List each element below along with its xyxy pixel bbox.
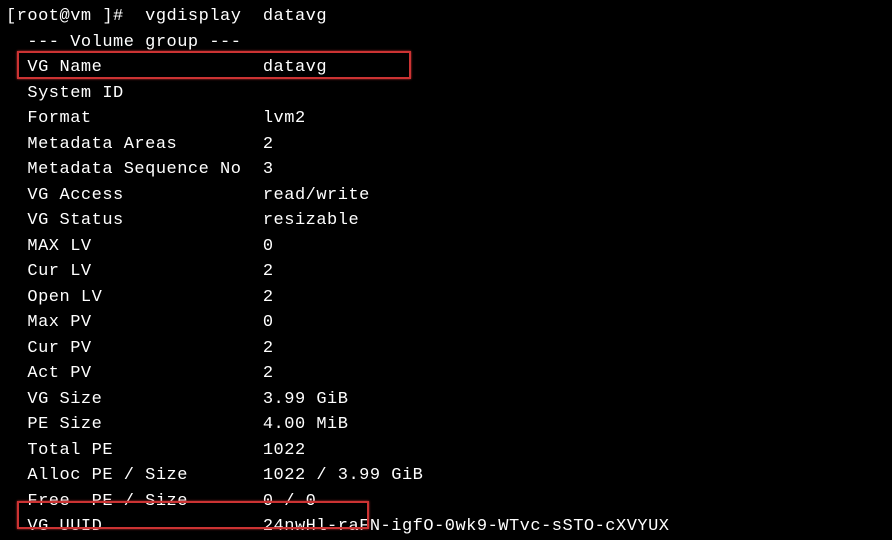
- output-row-vg-size: VG Size 3.99 GiB: [6, 387, 886, 413]
- row-label: Metadata Areas: [6, 132, 252, 158]
- row-value: 0: [263, 234, 274, 260]
- section-header: --- Volume group ---: [6, 30, 886, 56]
- row-value: lvm2: [263, 106, 306, 132]
- output-row-cur-lv: Cur LV 2: [6, 259, 886, 285]
- row-label: VG Size: [6, 387, 252, 413]
- row-label: Act PV: [6, 361, 252, 387]
- row-label: Max PV: [6, 310, 252, 336]
- terminal-output: [root@vm ]# vgdisplay datavg --- Volume …: [6, 4, 886, 540]
- row-label: Free PE / Size: [6, 489, 252, 515]
- row-label: Metadata Sequence No: [6, 157, 252, 183]
- row-label: PE Size: [6, 412, 252, 438]
- prompt-user-host: [root@vm ]#: [6, 7, 124, 26]
- output-row-vg-uuid: VG UUID 24nwHl-raFN-igfO-0wk9-WTvc-sSTO-…: [6, 514, 886, 540]
- row-value: 24nwHl-raFN-igfO-0wk9-WTvc-sSTO-cXVYUX: [263, 514, 670, 540]
- output-row-act-pv: Act PV 2: [6, 361, 886, 387]
- row-value: 4.00 MiB: [263, 412, 349, 438]
- row-value: datavg: [263, 55, 327, 81]
- row-label: VG Access: [6, 183, 252, 209]
- row-label: MAX LV: [6, 234, 252, 260]
- output-row-metadata-areas: Metadata Areas 2: [6, 132, 886, 158]
- row-label: System ID: [6, 81, 252, 107]
- row-value: 1022: [263, 438, 306, 464]
- row-value: 2: [263, 259, 274, 285]
- row-value: 2: [263, 132, 274, 158]
- output-row-system-id: System ID: [6, 81, 886, 107]
- row-value: 0: [263, 310, 274, 336]
- row-label: Alloc PE / Size: [6, 463, 252, 489]
- row-label: VG UUID: [6, 514, 252, 540]
- row-value: 2: [263, 361, 274, 387]
- output-row-vg-access: VG Access read/write: [6, 183, 886, 209]
- output-row-cur-pv: Cur PV 2: [6, 336, 886, 362]
- row-label: VG Name: [6, 55, 252, 81]
- row-value: resizable: [263, 208, 359, 234]
- output-row-vg-status: VG Status resizable: [6, 208, 886, 234]
- row-value: 3.99 GiB: [263, 387, 349, 413]
- row-label: Open LV: [6, 285, 252, 311]
- row-value: 3: [263, 157, 274, 183]
- command-line: [root@vm ]# vgdisplay datavg: [6, 4, 886, 30]
- output-row-total-pe: Total PE 1022: [6, 438, 886, 464]
- row-label: Total PE: [6, 438, 252, 464]
- row-label: VG Status: [6, 208, 252, 234]
- row-label: Cur PV: [6, 336, 252, 362]
- row-value: 2: [263, 285, 274, 311]
- row-value: 0 / 0: [263, 489, 317, 515]
- output-row-max-pv: Max PV 0: [6, 310, 886, 336]
- row-value: 2: [263, 336, 274, 362]
- output-row-alloc-pe: Alloc PE / Size 1022 / 3.99 GiB: [6, 463, 886, 489]
- output-row-open-lv: Open LV 2: [6, 285, 886, 311]
- output-row-vg-name: VG Name datavg: [6, 55, 886, 81]
- row-value: 1022 / 3.99 GiB: [263, 463, 424, 489]
- row-value: read/write: [263, 183, 370, 209]
- output-row-pe-size: PE Size 4.00 MiB: [6, 412, 886, 438]
- output-row-max-lv: MAX LV 0: [6, 234, 886, 260]
- output-row-format: Format lvm2: [6, 106, 886, 132]
- row-label: Format: [6, 106, 252, 132]
- output-row-metadata-seq: Metadata Sequence No 3: [6, 157, 886, 183]
- command-text: vgdisplay datavg: [145, 7, 327, 26]
- row-label: Cur LV: [6, 259, 252, 285]
- output-row-free-pe: Free PE / Size 0 / 0: [6, 489, 886, 515]
